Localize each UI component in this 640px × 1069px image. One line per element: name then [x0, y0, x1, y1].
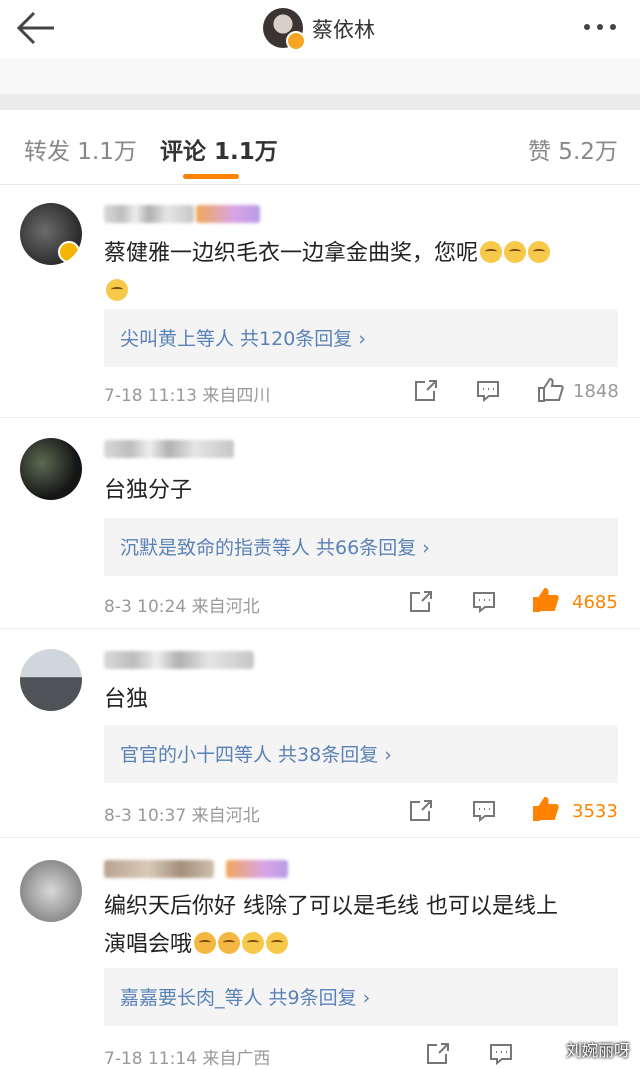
comment-icon[interactable] [471, 799, 497, 823]
comment-item: 编织天后你好 线除了可以是毛线 也可以是线上 演唱会哦 嘉嘉要长肉_等人 共9条回… [0, 838, 640, 1069]
doge-emoji-icon [106, 279, 128, 301]
like-icon-active[interactable] [532, 587, 560, 613]
top-bar: 蔡依林 [0, 0, 640, 58]
like-icon-active[interactable] [532, 796, 560, 822]
like-count: 1848 [573, 381, 619, 402]
doge-emoji-icon [480, 241, 503, 263]
author-name[interactable]: 蔡依林 [312, 14, 375, 44]
back-arrow-icon[interactable] [14, 8, 58, 48]
verified-badge-icon [58, 241, 80, 263]
active-tab-indicator [183, 174, 239, 179]
commenter-avatar[interactable] [20, 438, 82, 500]
commenter-name-blurred[interactable] [104, 651, 254, 669]
comment-icon[interactable] [488, 1042, 514, 1066]
reply-summary[interactable]: 尖叫黄上等人 共120条回复 › [104, 309, 618, 367]
share-icon[interactable] [408, 590, 434, 614]
tab-repost[interactable]: 转发 1.1万 [24, 132, 137, 166]
comment-item: 台独分子 沉默是致命的指责等人 共66条回复 › 8-3 10:24 来自河北 … [0, 418, 640, 629]
reply-summary[interactable]: 沉默是致命的指责等人 共66条回复 › [104, 518, 618, 576]
commenter-name-blurred[interactable] [104, 860, 214, 878]
user-badge-blurred [196, 205, 260, 223]
comment-text: 台独分子 [104, 478, 193, 503]
comment-item: 蔡健雅一边织毛衣一边拿金曲奖，您呢 尖叫黄上等人 共120条回复 › 7-18 … [0, 185, 640, 418]
reply-summary[interactable]: 官官的小十四等人 共38条回复 › [104, 725, 618, 783]
doge-emoji-icon [266, 932, 289, 954]
comment-icon[interactable] [475, 379, 501, 403]
like-count: 3533 [572, 801, 618, 822]
doge-emoji-icon [528, 241, 551, 263]
tab-comments[interactable]: 评论 1.1万 [160, 132, 278, 166]
commenter-name-blurred[interactable] [104, 205, 194, 223]
comment-text: 台独 [104, 687, 149, 712]
commenter-avatar[interactable] [20, 203, 82, 265]
crying-emoji-icon [218, 932, 241, 954]
comment-text: 蔡健雅一边织毛衣一边拿金曲奖，您呢 [104, 235, 614, 311]
verified-badge-icon [286, 31, 306, 51]
doge-emoji-icon [504, 241, 527, 263]
comment-item: 台独 官官的小十四等人 共38条回复 › 8-3 10:37 来自河北 3533 [0, 629, 640, 838]
share-icon[interactable] [408, 799, 434, 823]
doge-emoji-icon [242, 932, 265, 954]
commenter-name-blurred[interactable] [104, 440, 234, 458]
like-icon[interactable] [537, 377, 565, 403]
share-icon[interactable] [413, 379, 439, 403]
like-count: 4685 [572, 592, 618, 613]
user-badge-blurred [226, 860, 288, 878]
comment-meta: 8-3 10:37 来自河北 [104, 806, 260, 826]
author-avatar[interactable] [263, 8, 306, 51]
commenter-avatar[interactable] [20, 860, 82, 922]
comment-meta: 7-18 11:14 来自广西 [104, 1049, 271, 1069]
more-options-icon[interactable] [584, 24, 623, 30]
reply-summary[interactable]: 嘉嘉要长肉_等人 共9条回复 › [104, 968, 618, 1026]
comment-meta: 7-18 11:13 来自四川 [104, 386, 271, 406]
crying-emoji-icon [194, 932, 217, 954]
share-icon[interactable] [425, 1042, 451, 1066]
post-area-edge [0, 58, 640, 94]
tab-bar: 转发 1.1万 评论 1.1万 赞 5.2万 [0, 110, 640, 185]
comment-text: 编织天后你好 线除了可以是毛线 也可以是线上 演唱会哦 [104, 894, 558, 957]
commenter-avatar[interactable] [20, 649, 82, 711]
tab-likes[interactable]: 赞 5.2万 [528, 132, 618, 166]
section-divider [0, 94, 640, 110]
watermark-text: 刘婉丽呀 [565, 1041, 630, 1060]
comment-icon[interactable] [471, 590, 497, 614]
comment-meta: 8-3 10:24 来自河北 [104, 597, 260, 617]
